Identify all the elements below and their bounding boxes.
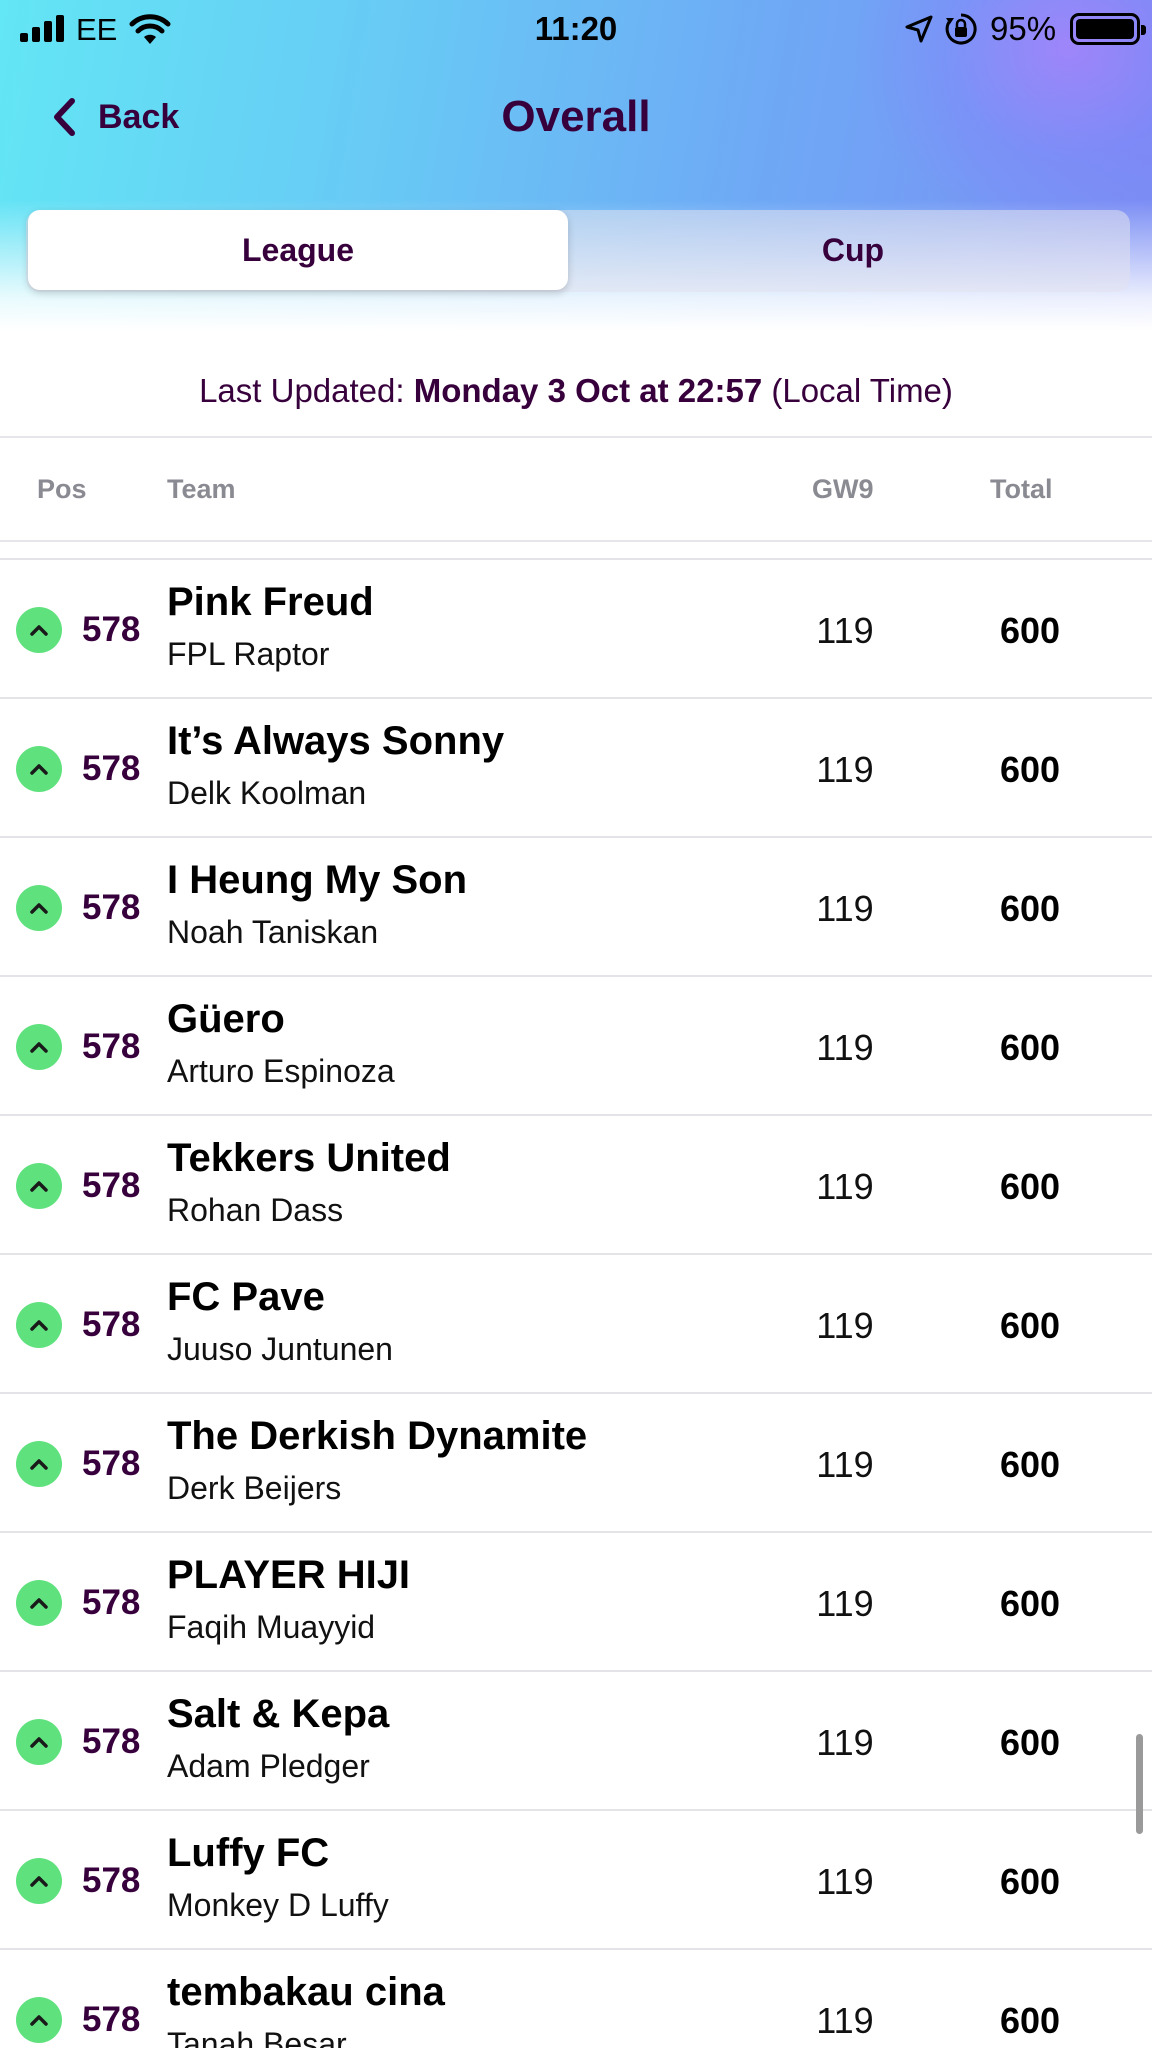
last-updated-suffix: (Local Time) [762,372,953,409]
total-points: 600 [999,888,1061,929]
manager-name: Faqih Muayyid [167,1609,376,1645]
battery-icon [1070,13,1146,45]
rank-position: 578 [82,610,141,649]
gameweek-points: 119 [816,1583,874,1624]
table-row[interactable]: 578 PLAYER HIJI Faqih Muayyid 119 600 [0,1533,1152,1672]
gameweek-points: 119 [816,610,874,651]
status-bar: EE 11:20 95% [0,0,1152,60]
page-title: Overall [501,92,651,141]
team-name: Salt & Kepa [167,1692,390,1736]
column-header-total: Total [990,474,1053,504]
manager-name: Noah Taniskan [167,914,379,950]
total-points: 600 [999,1027,1061,1068]
total-points: 600 [999,1166,1061,1207]
table-row[interactable]: 578 Güero Arturo Espinoza 119 600 [0,977,1152,1116]
total-points: 600 [999,1444,1061,1485]
last-updated-text: Last Updated: Monday 3 Oct at 22:57 (Loc… [0,372,1152,410]
rank-position: 578 [82,888,141,927]
manager-name: Juuso Juntunen [167,1331,393,1367]
chevron-up-icon [16,1580,62,1626]
rotation-lock-icon [945,13,977,45]
column-header-team: Team [167,474,236,504]
chevron-up-icon [16,746,62,792]
table-row[interactable]: 578 FC Pave Juuso Juntunen 119 600 [0,1255,1152,1394]
team-name: Luffy FC [167,1831,330,1875]
rank-position: 578 [82,1166,141,1205]
team-name: The Derkish Dynamite [167,1414,588,1458]
header-divider [0,540,1152,542]
team-name: Güero [167,997,285,1041]
team-name: FC Pave [167,1275,325,1319]
table-row[interactable]: 578 The Derkish Dynamite Derk Beijers 11… [0,1394,1152,1533]
manager-name: FPL Raptor [167,636,330,672]
gameweek-points: 119 [816,1722,874,1763]
status-time: 11:20 [534,10,618,47]
rank-position: 578 [82,1861,141,1900]
vertical-scrollbar[interactable] [1136,1734,1143,1834]
tab-league[interactable]: League [28,210,568,290]
chevron-up-icon [16,1858,62,1904]
chevron-up-icon [16,1302,62,1348]
rank-position: 578 [82,1722,141,1761]
manager-name: Tanah Besar [167,2026,347,2048]
gameweek-points: 119 [816,1861,874,1902]
table-row[interactable]: 578 I Heung My Son Noah Taniskan 119 600 [0,838,1152,977]
total-points: 600 [999,749,1061,790]
chevron-up-icon [16,1997,62,2043]
divider [0,436,1152,438]
battery-percentage: 95% [990,10,1057,47]
manager-name: Adam Pledger [167,1748,370,1784]
column-header-pos: Pos [37,474,87,504]
tab-cup[interactable]: Cup [578,210,1128,290]
total-points: 600 [999,1305,1061,1346]
gameweek-points: 119 [816,2000,874,2041]
chevron-up-icon [16,1163,62,1209]
manager-name: Monkey D Luffy [167,1887,389,1923]
manager-name: Delk Koolman [167,775,367,811]
chevron-up-icon [16,1024,62,1070]
column-header-gw: GW9 [812,474,874,504]
chevron-up-icon [16,607,62,653]
manager-name: Arturo Espinoza [167,1053,395,1089]
table-row[interactable]: 578 Tekkers United Rohan Dass 119 600 [0,1116,1152,1255]
gameweek-points: 119 [816,749,874,790]
team-name: I Heung My Son [167,858,467,902]
gameweek-points: 119 [816,1305,874,1346]
team-name: Tekkers United [167,1136,451,1180]
last-updated-value: Monday 3 Oct at 22:57 [413,372,763,409]
manager-name: Rohan Dass [167,1192,344,1228]
rank-position: 578 [82,2000,141,2039]
team-name: It’s Always Sonny [167,719,505,763]
gameweek-points: 119 [816,1027,874,1068]
table-row[interactable]: 578 Luffy FC Monkey D Luffy 119 600 [0,1811,1152,1950]
gameweek-points: 119 [816,888,874,929]
rank-position: 578 [82,1027,141,1066]
last-updated-prefix: Last Updated: [199,372,414,409]
gameweek-points: 119 [816,1166,874,1207]
rank-position: 578 [82,1583,141,1622]
table-row[interactable]: 578 tembakau cina Tanah Besar 119 600 [0,1950,1152,2048]
manager-name: Derk Beijers [167,1470,342,1506]
table-row[interactable]: 578 Salt & Kepa Adam Pledger 119 600 [0,1672,1152,1811]
rank-position: 578 [82,749,141,788]
chevron-up-icon [16,1441,62,1487]
table-row[interactable]: 578 It’s Always Sonny Delk Koolman 119 6… [0,699,1152,838]
location-arrow-icon [905,15,933,43]
total-points: 600 [999,610,1061,651]
rank-position: 578 [82,1305,141,1344]
team-name: Pink Freud [167,580,374,624]
league-cup-segmented-control: League Cup [26,210,1130,292]
team-name: PLAYER HIJI [167,1553,411,1597]
total-points: 600 [999,2000,1061,2041]
total-points: 600 [999,1583,1061,1624]
chevron-up-icon [16,1719,62,1765]
total-points: 600 [999,1861,1061,1902]
table-row[interactable]: 578 Pink Freud FPL Raptor 119 600 [0,558,1152,699]
team-name: tembakau cina [167,1970,445,2014]
gameweek-points: 119 [816,1444,874,1485]
rank-position: 578 [82,1444,141,1483]
standings-list: 578 Pink Freud FPL Raptor 119 600 578 It… [0,558,1152,2048]
total-points: 600 [999,1722,1061,1763]
chevron-up-icon [16,885,62,931]
